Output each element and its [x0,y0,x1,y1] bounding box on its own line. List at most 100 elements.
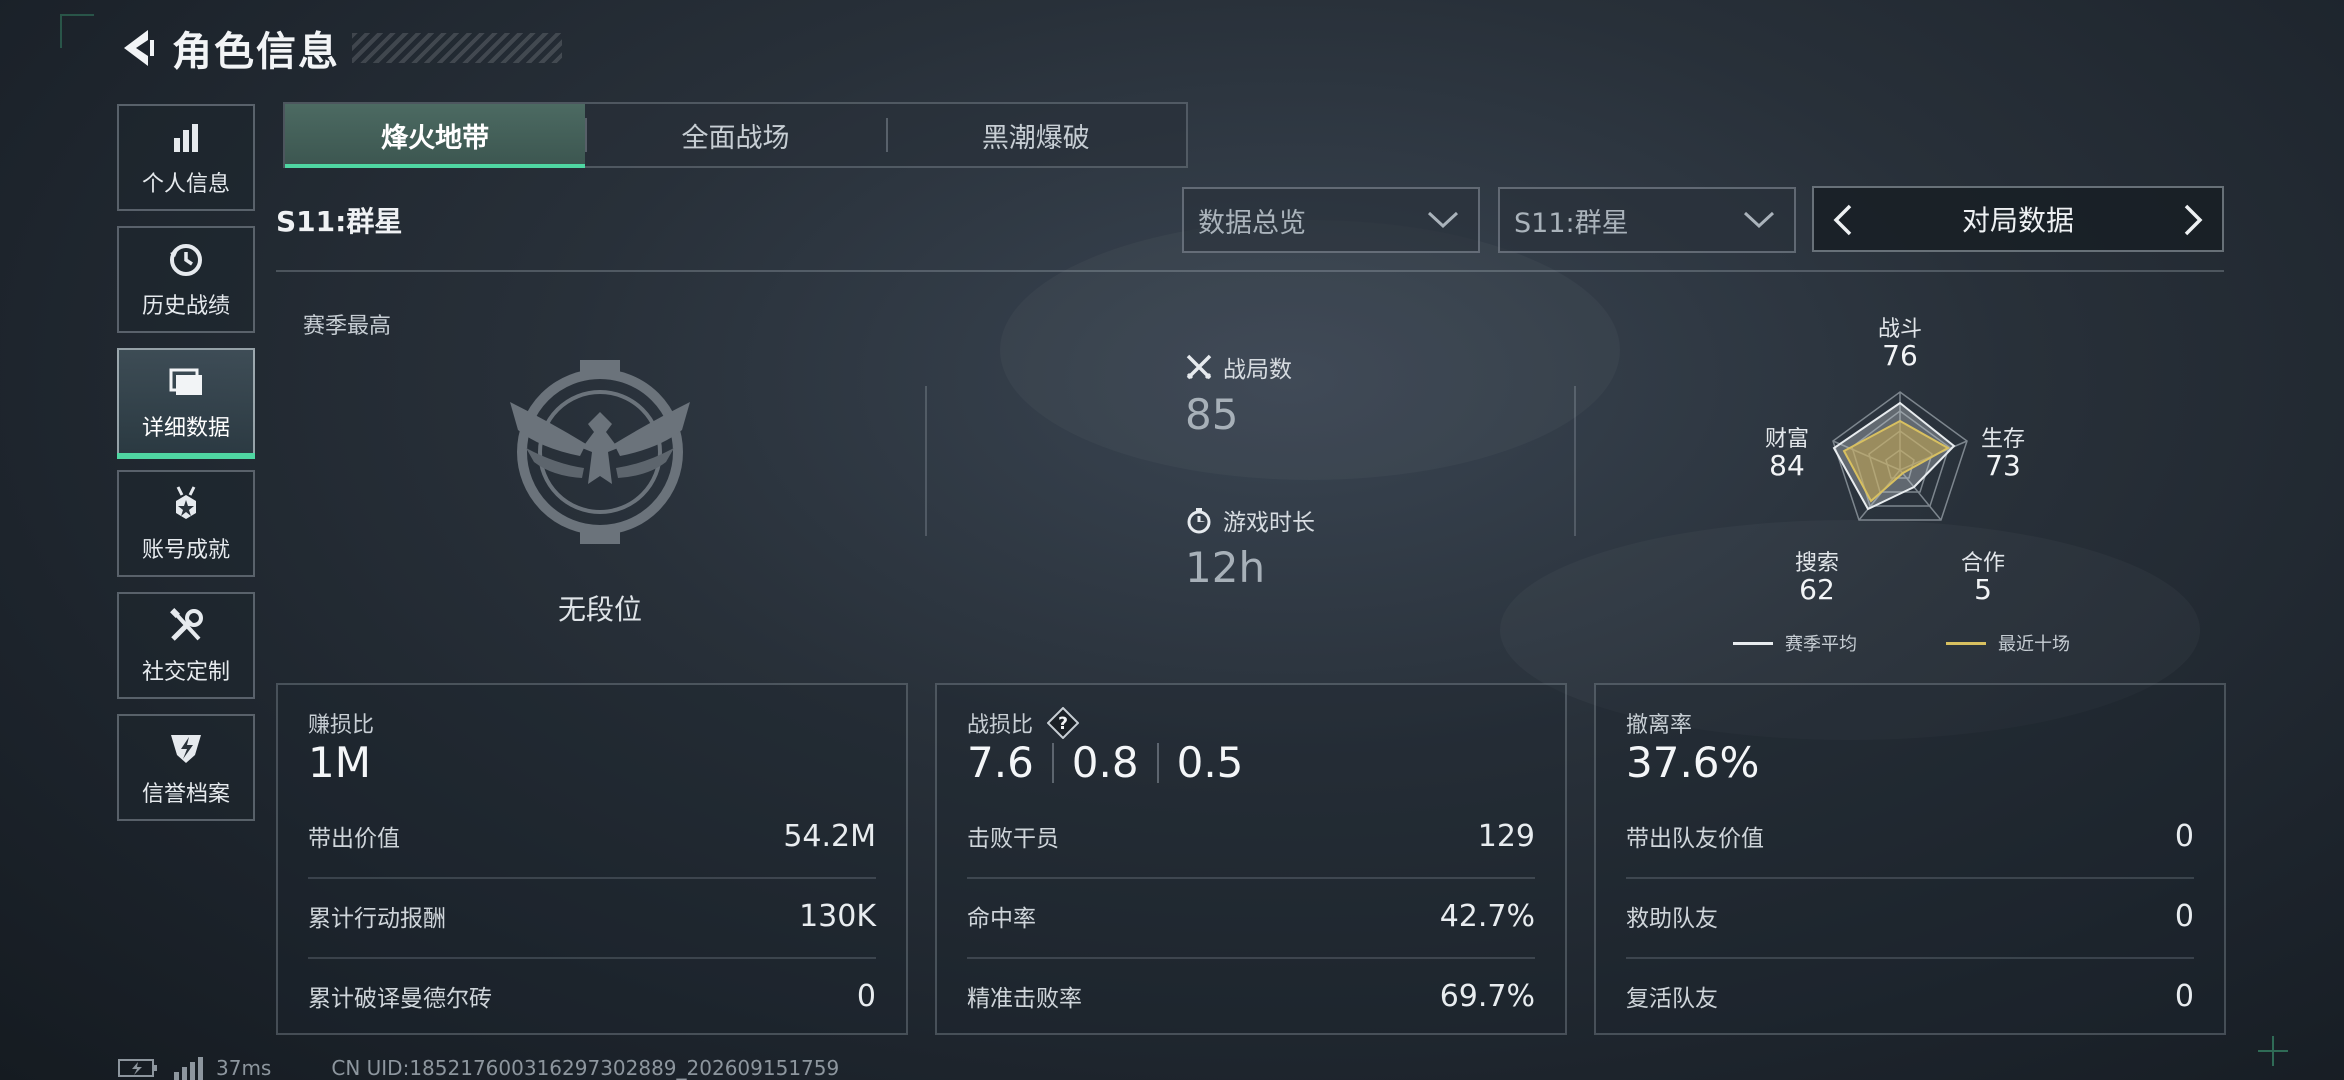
extract-card: 撤离率 37.6% 带出队友价值 0 救助队友 0 复活队友 0 [1594,683,2226,1035]
column-divider [1574,386,1576,536]
sidebar-item-label: 社交定制 [141,659,230,685]
row-label: 复活队友 [1626,986,1718,1012]
card-main-value: 7.6 0.8 0.5 [967,738,1243,787]
sidebar-item-label: 详细数据 [141,415,230,441]
combat-card: 战损比 ? 7.6 0.8 0.5 击败干员 129 命中率 42.7% 精准击… [935,683,1567,1035]
sidebar-item-detailed-data[interactable]: 详细数据 [117,348,255,459]
chevron-down-icon [1427,211,1459,229]
matches-stat: 战局数 85 [1185,350,1292,439]
radar-axis-survival: 生存 73 [1980,427,2026,483]
card-main-value: 1M [308,738,371,787]
season-dropdown[interactable]: S11:群星 [1498,187,1796,253]
column-divider [925,386,927,536]
folder-icon [166,362,206,402]
kd-value-2: 0.8 [1071,738,1139,787]
legend-label: 最近十场 [1998,634,2070,655]
shield-emblem-icon [166,728,206,768]
title-decoration [352,33,562,63]
card-row: 带出队友价值 0 [1626,797,2194,875]
status-footer: 37ms CN UID:18521760031629730288​9_20260… [118,1056,839,1080]
card-row: 累计破译曼德尔砖 0 [308,957,876,1035]
sidebar-item-label: 信誉档案 [141,781,230,807]
playtime-stat: 游戏时长 12h [1185,503,1315,592]
radar-axis-cooperation: 合作 5 [1960,551,2006,607]
tab-warzone[interactable]: 烽火地带 [285,104,586,168]
sidebar-item-label: 账号成就 [141,537,230,563]
radar-axis-combat: 战斗 76 [1877,317,1923,373]
playtime-label: 游戏时长 [1223,510,1315,536]
row-label: 救助队友 [1626,906,1718,932]
row-label: 精准击败率 [967,986,1082,1012]
card-row: 复活队友 0 [1626,957,2194,1035]
card-title-text: 战损比 [967,713,1034,738]
row-value: 54.2M [783,818,876,854]
sidebar-item-label: 历史战绩 [141,293,230,319]
row-label: 累计破译曼德尔砖 [308,986,492,1012]
medal-icon [166,484,206,524]
card-row: 带出价值 54.2M [308,797,876,875]
row-value: 0 [2174,978,2194,1014]
legend-season-avg: 赛季平均 [1733,630,1857,656]
back-arrow-icon[interactable] [118,26,154,70]
legend-label: 赛季平均 [1785,634,1857,655]
sidebar: 个人信息 历史战绩 详细数据 账号成就 社交定制 信誉档案 [117,104,255,836]
data-type-pager: 对局数据 [1812,186,2224,252]
rank-emblem-icon [510,360,690,544]
signal-icon [174,1057,203,1080]
row-label: 累计行动报酬 [308,906,446,932]
uid-text: CN UID:18521760031629730288​9_2026091517… [331,1056,840,1080]
tab-full-battlefield[interactable]: 全面战场 [585,104,885,166]
legend-swatch [1946,641,1986,645]
row-value: 0 [2174,818,2194,854]
chevron-right-icon[interactable] [2180,202,2208,238]
row-label: 带出队友价值 [1626,826,1764,852]
row-value: 42.7% [1439,898,1535,934]
svg-text:?: ? [1058,714,1068,734]
overview-dropdown[interactable]: 数据总览 [1182,187,1480,253]
card-row: 击败干员 129 [967,797,1535,875]
page-title: 角色信息 [172,29,340,75]
radar-axis-wealth: 财富 84 [1764,427,1810,483]
row-value: 0 [2174,898,2194,934]
card-title: 撤离率 [1626,713,1693,738]
rank-text: 无段位 [557,593,643,626]
battery-icon [118,1059,157,1077]
season-title: S11:群星 [276,205,403,238]
row-value: 130K [799,898,876,934]
sidebar-item-credit[interactable]: 信誉档案 [117,714,255,821]
help-icon[interactable]: ? [1047,707,1080,739]
value-separator [1156,742,1159,783]
sidebar-item-history[interactable]: 历史战绩 [117,226,255,333]
card-row: 累计行动报酬 130K [308,877,876,955]
mode-tabs: 烽火地带 全面战场 黑潮爆破 [283,102,1188,168]
section-divider [276,270,2224,272]
card-row: 命中率 42.7% [967,877,1535,955]
kd-value-1: 7.6 [967,738,1034,787]
dropdown-value: S11:群星 [1514,207,1629,239]
card-row: 救助队友 0 [1626,877,2194,955]
card-main-value: 37.6% [1626,738,1760,787]
plus-decoration-icon [2258,1036,2288,1066]
season-best-label: 赛季最高 [303,314,392,339]
crossed-swords-icon [1186,354,1212,380]
tools-icon [166,606,206,646]
ping-text: 37ms [216,1056,272,1080]
bar-chart-icon [166,118,206,158]
stopwatch-icon [1187,508,1211,534]
sidebar-item-social[interactable]: 社交定制 [117,592,255,699]
legend-swatch [1733,641,1773,645]
radar-axis-search: 搜索 62 [1794,551,1840,607]
ability-radar-chart: 战斗 76 生存 73 合作 5 搜索 62 财富 84 [1740,315,2080,635]
playtime-value: 12h [1185,543,1266,592]
chevron-left-icon[interactable] [1828,202,1856,238]
card-title: 赚损比 [308,713,375,738]
row-label: 击败干员 [967,826,1059,852]
sidebar-item-achievements[interactable]: 账号成就 [117,470,255,577]
pager-label: 对局数据 [1961,204,2074,237]
value-separator [1051,742,1054,783]
background-shape [1000,220,1620,480]
card-row: 精准击败率 69.7% [967,957,1535,1035]
sidebar-item-personal-info[interactable]: 个人信息 [117,104,255,211]
profit-card: 赚损比 1M 带出价值 54.2M 累计行动报酬 130K 累计破译曼德尔砖 0 [276,683,908,1035]
tab-black-tide[interactable]: 黑潮爆破 [885,104,1186,166]
